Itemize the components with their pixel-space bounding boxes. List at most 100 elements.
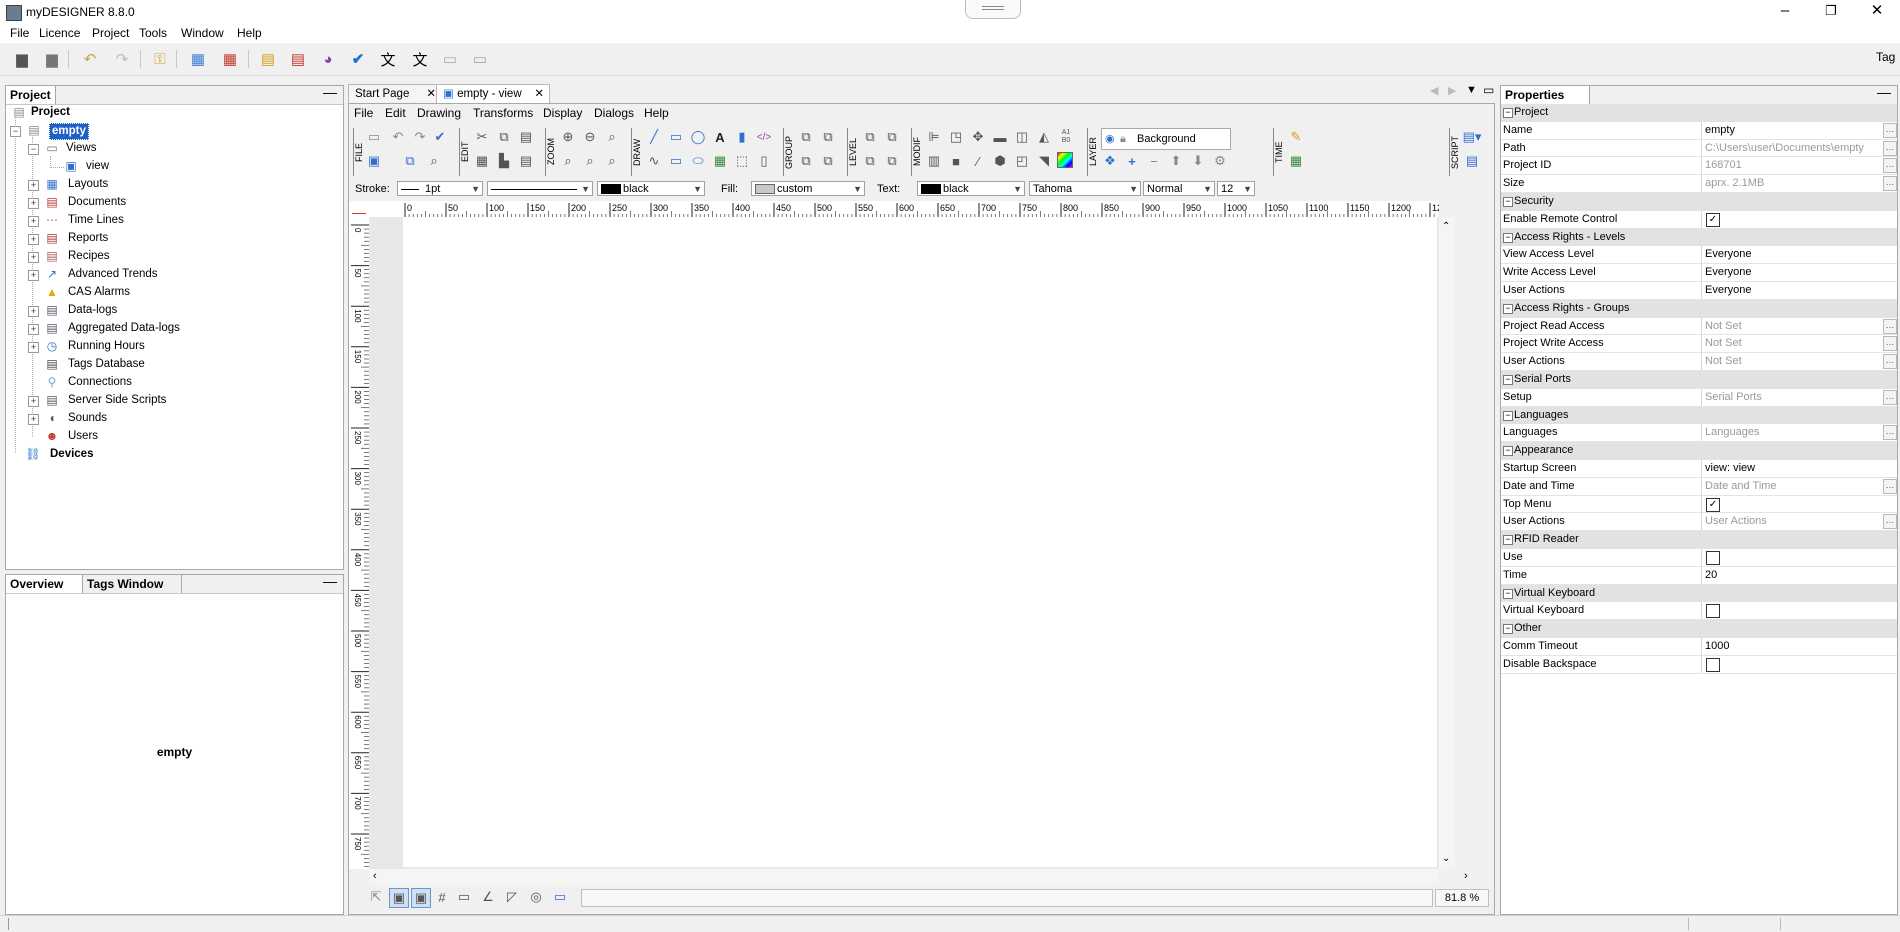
- collapse-category-icon[interactable]: −: [1503, 588, 1513, 599]
- property-value[interactable]: Everyone: [1701, 246, 1897, 264]
- zoom-100-icon[interactable]: ⌕: [603, 152, 621, 170]
- remove-file-icon[interactable]: ▤: [288, 49, 308, 69]
- gradient-icon[interactable]: ◥: [1035, 152, 1053, 170]
- property-row[interactable]: Disable Backspace: [1501, 655, 1897, 674]
- menu-file[interactable]: File: [10, 26, 29, 40]
- property-row[interactable]: Use: [1501, 549, 1897, 567]
- menu-licence[interactable]: Licence: [39, 26, 80, 40]
- move-icon[interactable]: ✥: [969, 128, 987, 146]
- script-list-icon[interactable]: ▤: [1463, 152, 1481, 170]
- expand-toggle[interactable]: +: [28, 270, 39, 281]
- timeline-icon[interactable]: ▦: [1287, 152, 1305, 170]
- validate-icon[interactable]: ✔: [431, 128, 449, 146]
- properties-panel-minimize[interactable]: —: [1877, 84, 1891, 100]
- close-button[interactable]: ✕: [1854, 0, 1900, 24]
- corner-icon[interactable]: ◰: [1013, 152, 1031, 170]
- expand-toggle[interactable]: +: [28, 324, 39, 335]
- tab-start-page[interactable]: Start Page ✕: [348, 84, 442, 104]
- property-row[interactable]: Date and Time Date and Time…: [1501, 477, 1897, 496]
- expand-toggle[interactable]: +: [28, 234, 39, 245]
- angle-icon[interactable]: ∠: [479, 888, 497, 906]
- layers-icon[interactable]: ❖: [1101, 152, 1119, 170]
- collapse-category-icon[interactable]: −: [1503, 535, 1513, 546]
- shape-icon[interactable]: ⬢: [991, 152, 1009, 170]
- flip-icon[interactable]: ◭: [1035, 128, 1053, 146]
- same-size-icon[interactable]: ▬: [991, 128, 1009, 146]
- property-category[interactable]: − RFID Reader: [1501, 531, 1897, 549]
- property-value[interactable]: Languages…: [1701, 424, 1897, 442]
- ellipse-tool-icon[interactable]: ◯: [689, 128, 707, 146]
- stroke-width-select[interactable]: 1pt ▼: [397, 181, 483, 196]
- property-category[interactable]: − Other: [1501, 620, 1897, 638]
- regroup-icon[interactable]: ⧉: [797, 152, 815, 170]
- scroll-down-icon[interactable]: ⌄: [1442, 853, 1450, 864]
- break-group-icon[interactable]: ⧉: [819, 152, 837, 170]
- property-category[interactable]: − Serial Ports: [1501, 371, 1897, 389]
- image-tool-icon[interactable]: ▦: [711, 152, 729, 170]
- property-category[interactable]: − Security: [1501, 193, 1897, 211]
- checkbox-unchecked[interactable]: [1706, 604, 1720, 619]
- property-category[interactable]: − Virtual Keyboard: [1501, 584, 1897, 603]
- send-backward-icon[interactable]: ⧉: [883, 152, 901, 170]
- fill-solid-icon[interactable]: ■: [947, 152, 965, 170]
- property-row[interactable]: Startup Screen view: view: [1501, 460, 1897, 478]
- tab-nav-right-icon[interactable]: ▶: [1448, 84, 1456, 97]
- text-color-select[interactable]: black ▼: [917, 181, 1025, 196]
- property-value[interactable]: User Actions…: [1701, 513, 1897, 531]
- group-view-icon[interactable]: ◎: [527, 888, 545, 906]
- lock-icon[interactable]: 🔒︎: [1120, 129, 1126, 149]
- tab-empty-view[interactable]: ▣ empty - view ✕: [436, 84, 550, 104]
- maximize-button[interactable]: ❐: [1808, 0, 1854, 24]
- font-style-select[interactable]: Normal ▼: [1143, 181, 1215, 196]
- property-value[interactable]: empty…: [1701, 121, 1897, 139]
- editor-menu-display[interactable]: Display: [543, 106, 582, 120]
- remove-layer-icon[interactable]: −: [1145, 152, 1163, 170]
- add-screen-icon[interactable]: ▦: [188, 49, 208, 69]
- save-icon[interactable]: ▆: [12, 49, 32, 69]
- html-tool-icon[interactable]: </>: [755, 128, 773, 146]
- property-row[interactable]: Comm Timeout 1000: [1501, 638, 1897, 656]
- property-value[interactable]: Date and Time…: [1701, 477, 1897, 495]
- wand-icon[interactable]: ✎: [1287, 128, 1305, 146]
- property-row[interactable]: Write Access Level Everyone: [1501, 264, 1897, 282]
- editor-menu-edit[interactable]: Edit: [385, 106, 406, 120]
- group-icon[interactable]: ⧉: [797, 128, 815, 146]
- script-icon[interactable]: ▤▾: [1463, 128, 1482, 146]
- key-icon[interactable]: ⚿: [150, 49, 170, 69]
- property-row[interactable]: Project Read Access Not Set…: [1501, 317, 1897, 336]
- add-layer-icon[interactable]: +: [1123, 152, 1141, 170]
- property-category[interactable]: − Project: [1501, 104, 1897, 122]
- close-tab-icon[interactable]: ✕: [426, 85, 436, 104]
- textbox-tool-icon[interactable]: ▯: [755, 152, 773, 170]
- checkbox-checked[interactable]: ✓: [1706, 497, 1720, 512]
- checkbox-checked[interactable]: ✓: [1706, 212, 1720, 227]
- editor-menu-file[interactable]: File: [354, 106, 373, 120]
- align-left-icon[interactable]: ⊫: [925, 128, 943, 146]
- property-row[interactable]: Languages Languages…: [1501, 424, 1897, 443]
- distribute-icon[interactable]: ▥: [925, 152, 943, 170]
- expand-toggle[interactable]: +: [28, 342, 39, 353]
- collapse-category-icon[interactable]: −: [1503, 232, 1513, 243]
- folder-icon[interactable]: ▭: [440, 49, 460, 69]
- property-value[interactable]: 168701…: [1701, 157, 1897, 175]
- close-tab-icon[interactable]: ✕: [534, 85, 544, 104]
- tag-label[interactable]: Tag: [1876, 50, 1895, 64]
- snap-grid-icon[interactable]: ▣: [389, 888, 409, 908]
- check-icon[interactable]: ✔: [348, 49, 368, 69]
- property-row[interactable]: Time 20: [1501, 566, 1897, 585]
- selection-box-icon[interactable]: ⬚: [733, 152, 751, 170]
- horizontal-scrollbar[interactable]: ‹ ›: [369, 869, 1468, 885]
- redo-icon[interactable]: ↷: [112, 49, 132, 69]
- property-value[interactable]: Serial Ports…: [1701, 388, 1897, 406]
- oval-tool-icon[interactable]: ⬭: [689, 152, 707, 170]
- font-select[interactable]: Tahoma ▼: [1029, 181, 1141, 196]
- curve-tool-icon[interactable]: ∿: [645, 152, 663, 170]
- collapse-category-icon[interactable]: −: [1503, 410, 1513, 421]
- collapse-category-icon[interactable]: −: [1503, 375, 1513, 385]
- frame-icon[interactable]: ▭: [551, 888, 569, 906]
- duplicate-icon[interactable]: ▦: [473, 152, 491, 170]
- fill-select[interactable]: custom ▼: [751, 181, 865, 196]
- button-tool-icon[interactable]: ▮: [733, 128, 751, 146]
- eye-icon[interactable]: ◉: [1105, 129, 1115, 149]
- property-row[interactable]: Top Menu ✓: [1501, 495, 1897, 514]
